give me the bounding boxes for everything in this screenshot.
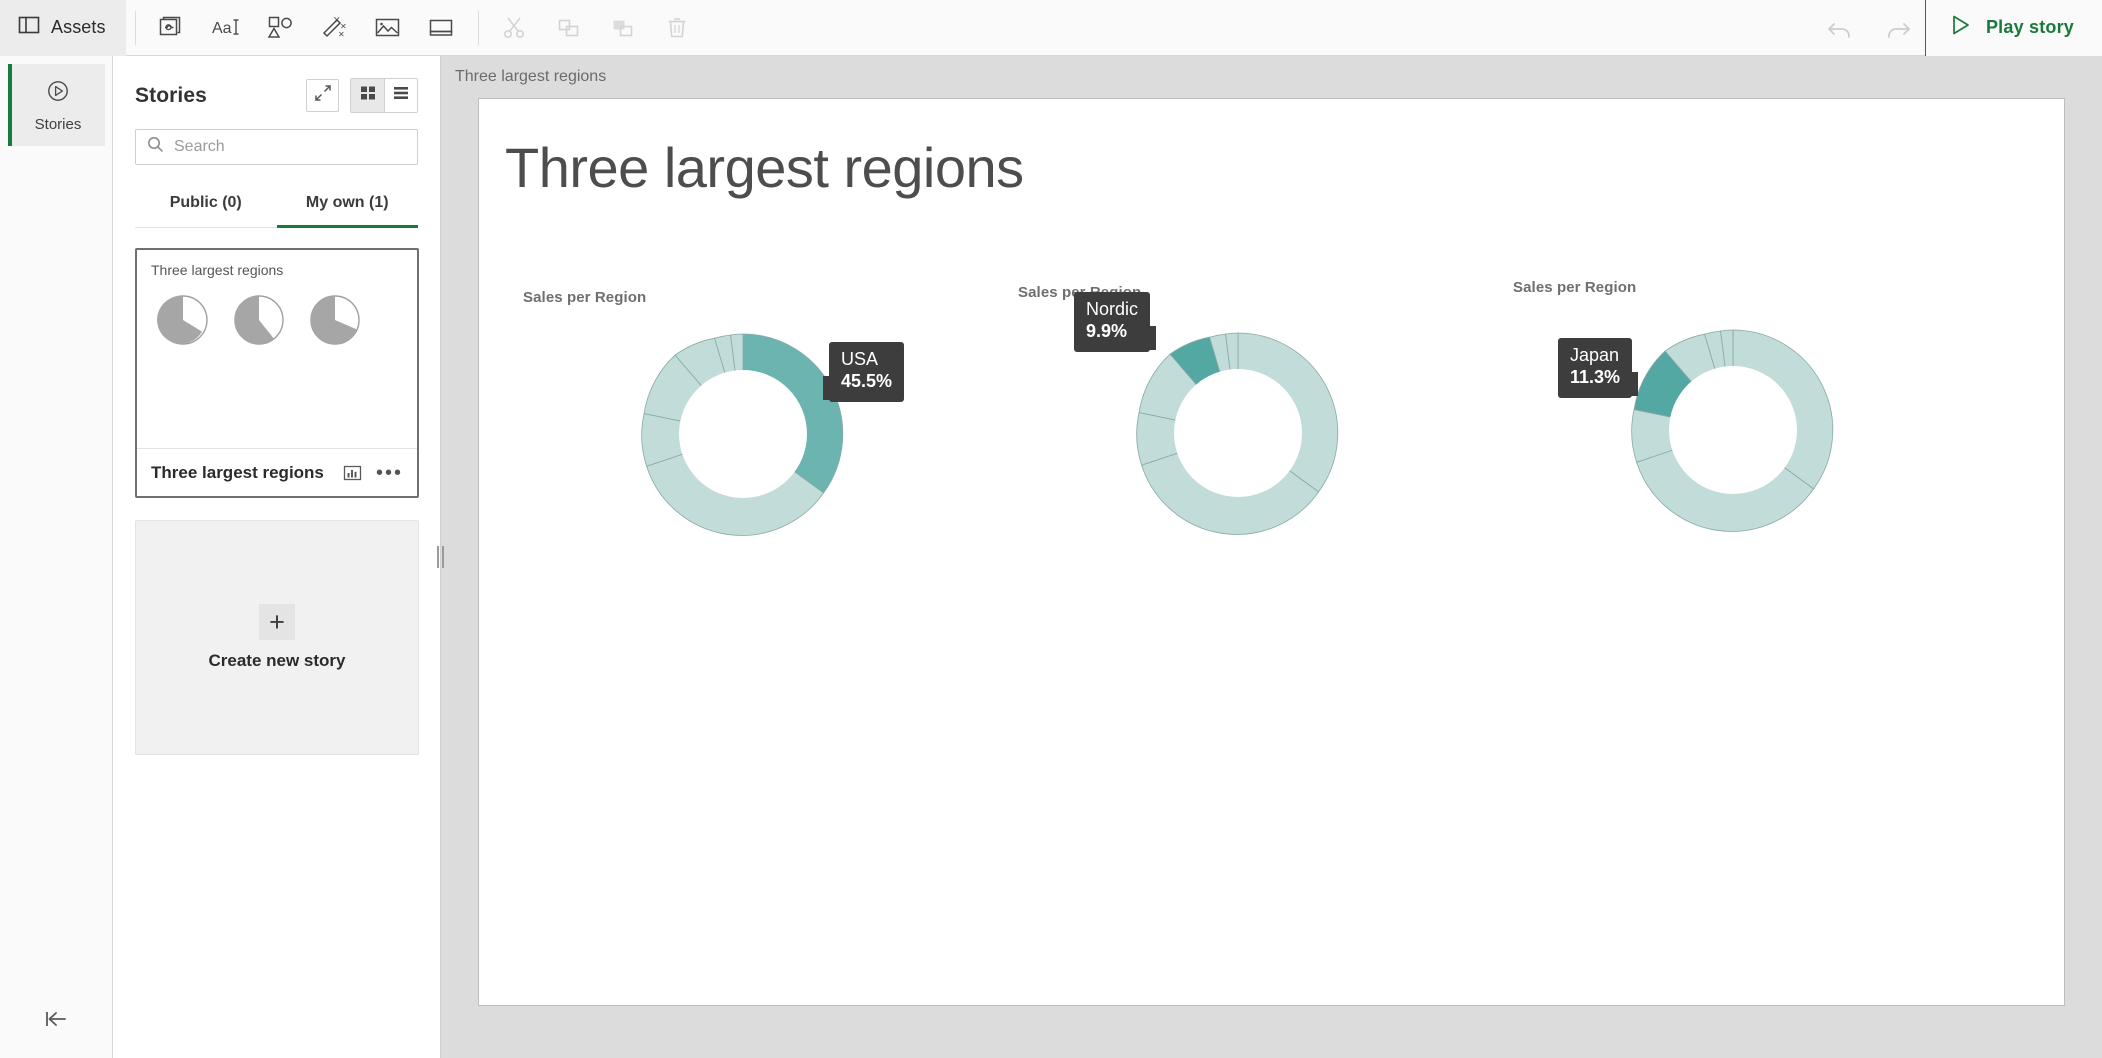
play-story-button[interactable]: Play story — [1925, 0, 2102, 56]
tooltip-value-3: 11.3% — [1570, 366, 1621, 387]
story-editor-app: Assets Aa ✕ ✕ ✕ Play story Stories Stori… — [0, 0, 2102, 1058]
collapse-left-icon — [42, 1008, 72, 1035]
toolbar-divider-1 — [134, 10, 136, 45]
donut-chart-1[interactable]: USA 45.5% — [623, 314, 905, 554]
toolbar-right-group: Play story — [1813, 0, 2102, 56]
effects-icon[interactable]: ✕ ✕ ✕ — [307, 0, 361, 56]
tooltip-label-3: Japan — [1570, 345, 1620, 365]
list-view-button[interactable] — [384, 79, 417, 112]
tab-my-own[interactable]: My own (1) — [276, 183, 418, 228]
delete-icon[interactable] — [650, 0, 704, 56]
media-icon[interactable] — [415, 0, 469, 56]
story-card-name: Three largest regions — [151, 462, 324, 482]
viz-title-3: Sales per Region — [1513, 279, 1637, 296]
tooltip-tail-3 — [1631, 372, 1639, 396]
copy-icon[interactable] — [542, 0, 596, 56]
undo-icon[interactable] — [1813, 0, 1869, 56]
panel-header-actions — [306, 78, 418, 113]
image-icon[interactable] — [361, 0, 415, 56]
story-stage: Three largest regions Three largest regi… — [441, 56, 2102, 1058]
svg-text:Aa: Aa — [212, 20, 232, 37]
grid-icon — [359, 84, 377, 107]
story-card-thumbnail: Three largest regions — [137, 250, 417, 448]
panel-title: Stories — [135, 83, 207, 107]
create-new-story-label: Create new story — [208, 651, 346, 670]
breadcrumb: Three largest regions — [455, 68, 607, 85]
sheet-chart-icon[interactable] — [340, 464, 366, 482]
tooltip-label-2: Nordic — [1086, 299, 1139, 319]
story-card[interactable]: Three largest regions Three largest regi… — [135, 248, 419, 498]
grid-view-button[interactable] — [351, 79, 384, 112]
thumb-pie-1 — [157, 295, 208, 345]
tooltip-tail-1 — [823, 376, 830, 400]
thumb-pie-2 — [234, 295, 284, 345]
tooltip-3: Japan 11.3% — [1558, 338, 1639, 398]
play-circle-icon — [45, 78, 71, 109]
sidebar-item-label: Stories — [34, 115, 82, 133]
assets-button[interactable]: Assets — [0, 0, 126, 56]
insert-tools-group: Aa ✕ ✕ ✕ — [145, 0, 469, 56]
paste-icon[interactable] — [596, 0, 650, 56]
view-mode-toggle — [350, 78, 418, 113]
collapse-rail-button[interactable] — [0, 984, 113, 1058]
text-icon[interactable]: Aa — [199, 0, 253, 56]
story-thumb-pies — [151, 294, 403, 346]
expand-diagonal-icon — [314, 84, 332, 107]
tooltip-1: USA 45.5% — [823, 342, 905, 402]
donut-svg-3 — [1631, 329, 1834, 532]
panel-layout-icon — [18, 14, 40, 41]
shapes-icon[interactable] — [253, 0, 307, 56]
assets-button-label: Assets — [51, 17, 106, 37]
toolbar-divider-2 — [477, 10, 479, 45]
story-card-footer: Three largest regions ••• — [137, 448, 417, 496]
page-title: Three largest regions — [505, 136, 1024, 199]
thumb-pie-3 — [310, 295, 360, 345]
search-icon — [147, 136, 164, 158]
viz-sales-per-region-2[interactable]: Sales per Region — [1018, 284, 1358, 553]
panel-resize-handle[interactable] — [434, 56, 446, 1058]
panel-tabs: Public (0) My own (1) — [135, 183, 418, 228]
search-wrap — [113, 113, 440, 165]
tooltip-label-1: USA — [841, 349, 879, 369]
top-toolbar: Assets Aa ✕ ✕ ✕ Play story — [0, 0, 2102, 56]
snapshot-library-icon[interactable] — [145, 0, 199, 56]
expand-panel-button[interactable] — [306, 79, 339, 112]
tooltip-tail-2 — [1149, 326, 1157, 350]
tab-public[interactable]: Public (0) — [135, 183, 277, 228]
left-rail: Stories — [0, 56, 113, 1058]
resize-grip-icon — [436, 546, 444, 568]
edit-tools-group — [488, 0, 704, 56]
tooltip-2: Nordic 9.9% — [1074, 292, 1157, 352]
play-triangle-icon — [1950, 14, 1972, 41]
stories-panel: Stories Search Public (0) My own (1) Thr… — [113, 56, 444, 1058]
story-thumb-title: Three largest regions — [151, 262, 284, 278]
viz-title-2: Sales per Region — [1018, 284, 1141, 301]
cut-icon[interactable] — [488, 0, 542, 56]
plus-icon: + — [259, 604, 295, 640]
donut-chart-2[interactable]: Nordic 9.9% — [1074, 292, 1358, 553]
donut-svg-1 — [641, 333, 844, 536]
redo-icon[interactable] — [1869, 0, 1925, 56]
search-box[interactable] — [135, 129, 418, 165]
viz-sales-per-region-1[interactable]: Sales per Region USA 45.5% — [523, 289, 905, 554]
tooltip-value-2: 9.9% — [1086, 320, 1128, 341]
svg-text:✕: ✕ — [338, 30, 345, 39]
list-icon — [392, 84, 410, 107]
viz-sales-per-region-3[interactable]: Sales per Region Japan 11.3% — [1513, 279, 1853, 550]
search-input[interactable] — [174, 138, 406, 156]
play-story-label: Play story — [1985, 17, 2074, 37]
sidebar-item-stories[interactable]: Stories — [7, 64, 105, 146]
tooltip-value-1: 45.5% — [841, 370, 893, 391]
story-canvas[interactable]: Three largest regions Sales per Region U… — [478, 98, 2065, 1006]
panel-content: Three largest regions Three largest regi… — [113, 228, 440, 1058]
panel-header: Stories — [113, 56, 440, 113]
viz-title-1: Sales per Region — [523, 289, 647, 306]
donut-chart-3[interactable]: Japan 11.3% — [1558, 310, 1853, 550]
body-row: Stories Stories Search Public (0) My own… — [0, 56, 2102, 1058]
more-options-icon[interactable]: ••• — [376, 463, 403, 483]
create-new-story-card[interactable]: + Create new story — [135, 520, 419, 755]
